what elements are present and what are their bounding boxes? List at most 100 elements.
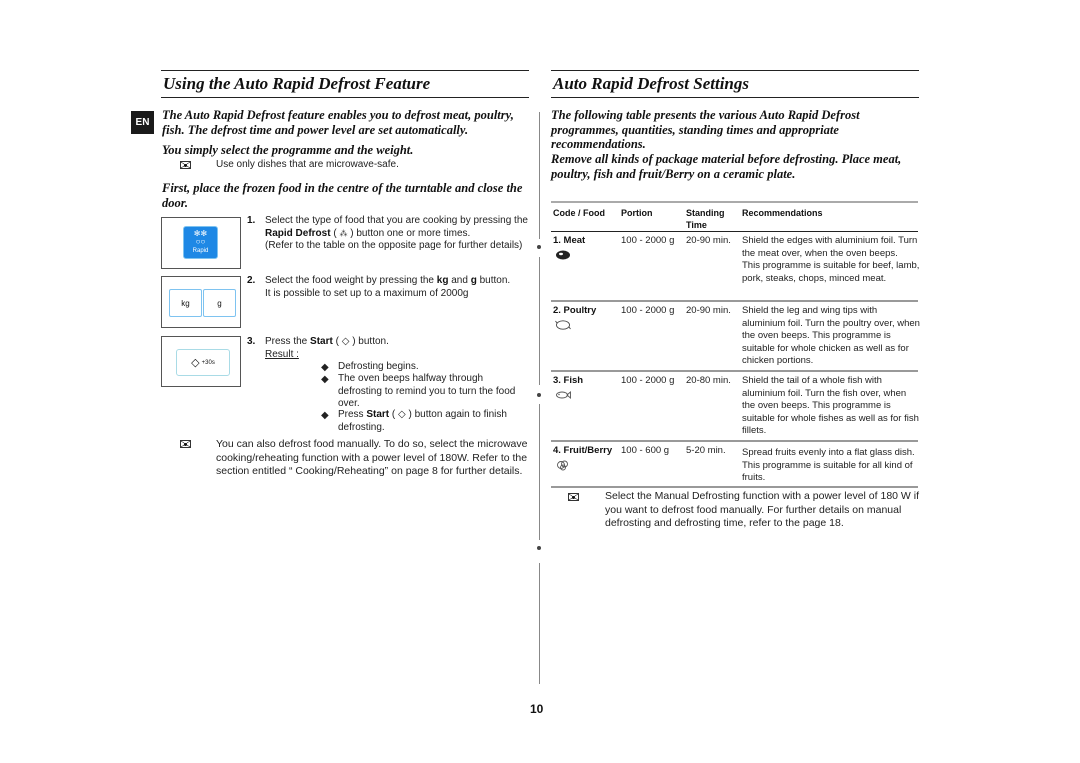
note-icon bbox=[180, 440, 191, 448]
table-row: 4. Fruit/Berry 100 - 600 g 5-20 min. Spr… bbox=[551, 442, 918, 488]
language-badge-text: EN bbox=[135, 117, 150, 128]
recommendation-text: Shield the leg and wing tips with alumin… bbox=[742, 305, 920, 367]
food-name: 1. Meat bbox=[553, 235, 586, 246]
kg-button: kg bbox=[169, 289, 202, 317]
start-suffix: +30s bbox=[201, 359, 215, 366]
recommendation-text: Shield the tail of a whole fish with alu… bbox=[742, 375, 919, 437]
start-icon: ◇ bbox=[341, 336, 350, 347]
standing-time-value: 5-20 min. bbox=[686, 445, 726, 456]
header-recommendations: Recommendations bbox=[742, 208, 823, 218]
bullet-3-pre: Press bbox=[338, 409, 367, 420]
result-bullet-2: ◆ The oven beeps halfway through defrosti… bbox=[321, 373, 528, 411]
portion-value: 100 - 2000 g bbox=[621, 375, 675, 386]
right-intro-1: The following table presents the various… bbox=[551, 108, 860, 151]
result-label: Result : bbox=[265, 348, 299, 360]
left-title-text: Using the Auto Rapid Defrost Feature bbox=[163, 74, 431, 93]
divider-dot bbox=[537, 546, 541, 550]
recommendation-text: Shield the edges with aluminium foil. Tu… bbox=[742, 235, 920, 284]
note-manual-defrost: You can also defrost food manually. To d… bbox=[216, 438, 528, 477]
portion-value: 100 - 600 g bbox=[621, 445, 670, 456]
step-2-line2: It is possible to set up to a maximum of… bbox=[265, 287, 469, 299]
diamond-bullet-icon: ◆ bbox=[321, 410, 329, 421]
right-title-text: Auto Rapid Defrost Settings bbox=[553, 74, 750, 93]
step-3-pre: Press the bbox=[265, 336, 311, 347]
note-manual-defrost-right: Select the Manual Defrosting function wi… bbox=[605, 490, 919, 529]
step-3-bold: Start bbox=[310, 336, 333, 347]
step-2-number: 2. bbox=[247, 275, 256, 286]
left-intro: The Auto Rapid Defrost feature enables y… bbox=[162, 108, 514, 137]
result-bullet-1: ◆ Defrosting begins. bbox=[321, 361, 528, 374]
poultry-icon bbox=[555, 320, 571, 330]
note-icon bbox=[568, 493, 579, 501]
standing-time-value: 20-90 min. bbox=[686, 235, 731, 246]
food-name: 3. Fish bbox=[553, 375, 584, 386]
step-3-post: button. bbox=[355, 336, 389, 347]
step-1-bold: Rapid Defrost bbox=[265, 227, 331, 239]
table-header: Code / Food Portion Standing Time Recomm… bbox=[551, 203, 918, 232]
right-section-title: Auto Rapid Defrost Settings bbox=[551, 70, 919, 98]
defrost-settings-table: Code / Food Portion Standing Time Recomm… bbox=[551, 201, 920, 488]
diamond-bullet-icon: ◆ bbox=[321, 374, 329, 385]
table-row: 3. Fish 100 - 2000 g 20-80 min. Shield t… bbox=[551, 372, 919, 442]
start-button: ◇ +30s bbox=[176, 349, 230, 376]
center-divider bbox=[539, 257, 540, 385]
rapid-defrost-icon: ⁂ bbox=[339, 228, 348, 238]
step-2-post: button. bbox=[476, 275, 511, 286]
step-1-after: button one or more times. bbox=[353, 227, 471, 239]
step-2-pre: Select the food weight by pressing the bbox=[265, 275, 437, 286]
note-microwave-safe: Use only dishes that are microwave-safe. bbox=[216, 159, 399, 170]
step-1-line1: Select the type of food that you are coo… bbox=[265, 215, 528, 226]
step-2-line1: Select the food weight by pressing the k… bbox=[265, 275, 530, 288]
right-intro-2: Remove all kinds of package material bef… bbox=[551, 152, 902, 181]
diamond-bullet-icon: ◆ bbox=[321, 362, 329, 373]
first-step-intro: First, place the frozen food in the cent… bbox=[162, 181, 523, 210]
bullet-3-bold: Start bbox=[366, 409, 390, 420]
meat-icon bbox=[556, 250, 570, 260]
step-1-line2: Rapid Defrost ( ⁂ ) button one or more t… bbox=[265, 227, 471, 239]
step-3-number: 3. bbox=[247, 336, 256, 347]
g-button: g bbox=[203, 289, 236, 317]
start-icon: ◇ bbox=[191, 357, 200, 369]
portion-value: 100 - 2000 g bbox=[621, 305, 675, 316]
table-row: 1. Meat 100 - 2000 g 20-90 min. Shield t… bbox=[551, 232, 920, 302]
recommendation-text: Spread fruits evenly into a flat glass d… bbox=[742, 447, 915, 484]
page-number: 10 bbox=[530, 702, 544, 716]
divider-dot bbox=[537, 245, 541, 249]
step-2-text: Select the food weight by pressing the k… bbox=[265, 275, 530, 300]
bullet-1-text: Defrosting begins. bbox=[338, 361, 419, 372]
result-bullet-3: ◆ Press Start ( ◇ ) button again to finis… bbox=[321, 409, 507, 433]
step-3-text: Press the Start ( ◇ ) button. Result : bbox=[265, 336, 530, 361]
rapid-defrost-button: ✻✻ ○○ Rapid bbox=[183, 226, 218, 259]
note-icon bbox=[180, 161, 191, 169]
header-code-food: Code / Food bbox=[553, 208, 605, 218]
center-divider bbox=[539, 563, 540, 684]
step-2-kg: kg bbox=[436, 275, 449, 286]
step-1-line3: (Refer to the table on the opposite page… bbox=[265, 240, 523, 252]
start-icon: ◇ bbox=[398, 409, 406, 420]
fish-icon bbox=[556, 391, 571, 399]
step-1-number: 1. bbox=[247, 215, 256, 226]
step-1-text: Select the type of food that you are coo… bbox=[265, 215, 530, 253]
divider-dot bbox=[537, 393, 541, 397]
header-standing-time: Standing Time bbox=[686, 208, 725, 230]
weight-buttons-illustration: kg g bbox=[161, 276, 241, 328]
snowflake-drops-icon: ✻✻ ○○ bbox=[193, 229, 208, 246]
language-badge: EN bbox=[131, 111, 154, 134]
table-row: 2. Poultry 100 - 2000 g 20-90 min. Shiel… bbox=[551, 302, 920, 372]
bullet-2-text: The oven beeps halfway through defrostin… bbox=[338, 373, 516, 410]
center-divider bbox=[539, 112, 540, 239]
rapid-button-illustration: ✻✻ ○○ Rapid bbox=[161, 217, 241, 269]
portion-value: 100 - 2000 g bbox=[621, 235, 675, 246]
food-name: 2. Poultry bbox=[553, 305, 597, 316]
standing-time-value: 20-80 min. bbox=[686, 375, 731, 386]
rapid-label: Rapid bbox=[192, 248, 209, 254]
step-3-line1: Press the Start ( ◇ ) button. bbox=[265, 336, 389, 347]
header-portion: Portion bbox=[621, 208, 653, 218]
fruit-icon bbox=[557, 460, 568, 471]
food-name: 4. Fruit/Berry bbox=[553, 445, 613, 456]
step-2-mid: and bbox=[448, 275, 471, 286]
standing-time-value: 20-90 min. bbox=[686, 305, 731, 316]
start-button-illustration: ◇ +30s bbox=[161, 336, 241, 387]
left-section-title: Using the Auto Rapid Defrost Feature bbox=[161, 70, 529, 98]
center-divider bbox=[539, 404, 540, 540]
